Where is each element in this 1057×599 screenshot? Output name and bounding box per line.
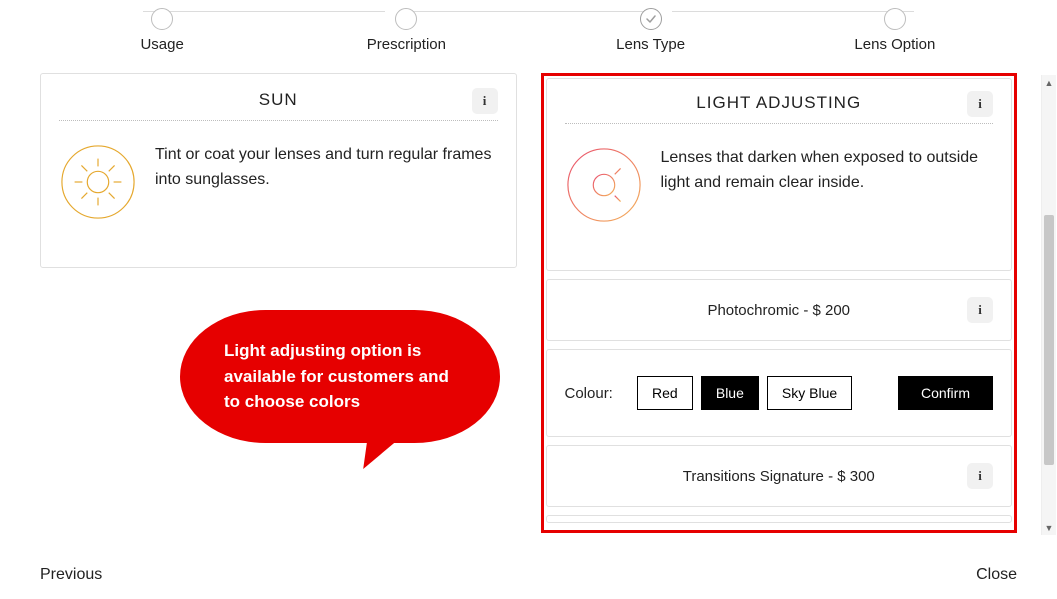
light-adjusting-card[interactable]: LIGHT ADJUSTING i — [546, 78, 1013, 271]
colour-swatch-group: Red Blue Sky Blue — [637, 376, 852, 410]
step-circle-icon — [151, 8, 173, 30]
annotation-callout: Light adjusting option is available for … — [180, 310, 500, 443]
step-lens-option[interactable]: Lens Option — [773, 8, 1017, 53]
option-transitions-signature[interactable]: Transitions Signature - $ 300 i — [546, 445, 1013, 507]
colour-selector-card: Colour: Red Blue Sky Blue Confirm — [546, 349, 1013, 437]
step-connector — [143, 11, 385, 12]
scroll-up-arrow-icon[interactable]: ▲ — [1042, 75, 1056, 90]
callout-text: Light adjusting option is available for … — [224, 341, 449, 411]
scroll-down-arrow-icon[interactable]: ▼ — [1042, 520, 1056, 535]
card-title: SUN — [259, 90, 298, 110]
option-photochromic[interactable]: Photochromic - $ 200 i — [546, 279, 1013, 341]
confirm-button[interactable]: Confirm — [898, 376, 993, 410]
colour-swatch-red[interactable]: Red — [637, 376, 693, 410]
colour-label: Colour: — [565, 385, 613, 402]
option-label: Photochromic - $ 200 — [707, 302, 850, 319]
highlight-annotation-box: LIGHT ADJUSTING i — [541, 73, 1018, 533]
step-label: Usage — [140, 36, 183, 53]
scrollbar-thumb[interactable] — [1044, 215, 1054, 465]
close-link[interactable]: Close — [976, 566, 1017, 584]
footer-nav: Previous Close — [40, 566, 1017, 584]
card-title: LIGHT ADJUSTING — [696, 93, 861, 113]
step-label: Lens Type — [616, 36, 685, 53]
step-circle-icon — [884, 8, 906, 30]
progress-stepper: Usage Prescription Lens Type Lens Option — [0, 0, 1057, 53]
step-lens-type[interactable]: Lens Type — [529, 8, 773, 53]
step-connector — [672, 11, 914, 12]
step-circle-icon — [395, 8, 417, 30]
step-circle-check-icon — [640, 8, 662, 30]
sun-card[interactable]: SUN i — [40, 73, 517, 268]
card-description: Tint or coat your lenses and turn regula… — [155, 143, 498, 193]
info-icon[interactable]: i — [967, 297, 993, 323]
speech-bubble-tail-icon — [363, 429, 411, 469]
light-adjusting-icon — [565, 146, 643, 224]
step-usage[interactable]: Usage — [40, 8, 284, 53]
step-label: Lens Option — [854, 36, 935, 53]
step-connector — [407, 11, 649, 12]
right-column: LIGHT ADJUSTING i — [541, 73, 1018, 523]
step-prescription[interactable]: Prescription — [284, 8, 528, 53]
colour-swatch-sky-blue[interactable]: Sky Blue — [767, 376, 852, 410]
card-description: Lenses that darken when exposed to outsi… — [661, 146, 994, 196]
info-icon[interactable]: i — [967, 463, 993, 489]
left-column: SUN i — [40, 73, 517, 523]
info-icon[interactable]: i — [967, 91, 993, 117]
info-icon[interactable]: i — [472, 88, 498, 114]
colour-swatch-blue[interactable]: Blue — [701, 376, 759, 410]
option-label: Transitions Signature - $ 300 — [683, 468, 875, 485]
previous-link[interactable]: Previous — [40, 566, 102, 584]
step-label: Prescription — [367, 36, 446, 53]
vertical-scrollbar[interactable]: ▲ ▼ — [1041, 75, 1056, 535]
sun-icon — [59, 143, 137, 221]
partial-row — [546, 515, 1013, 523]
